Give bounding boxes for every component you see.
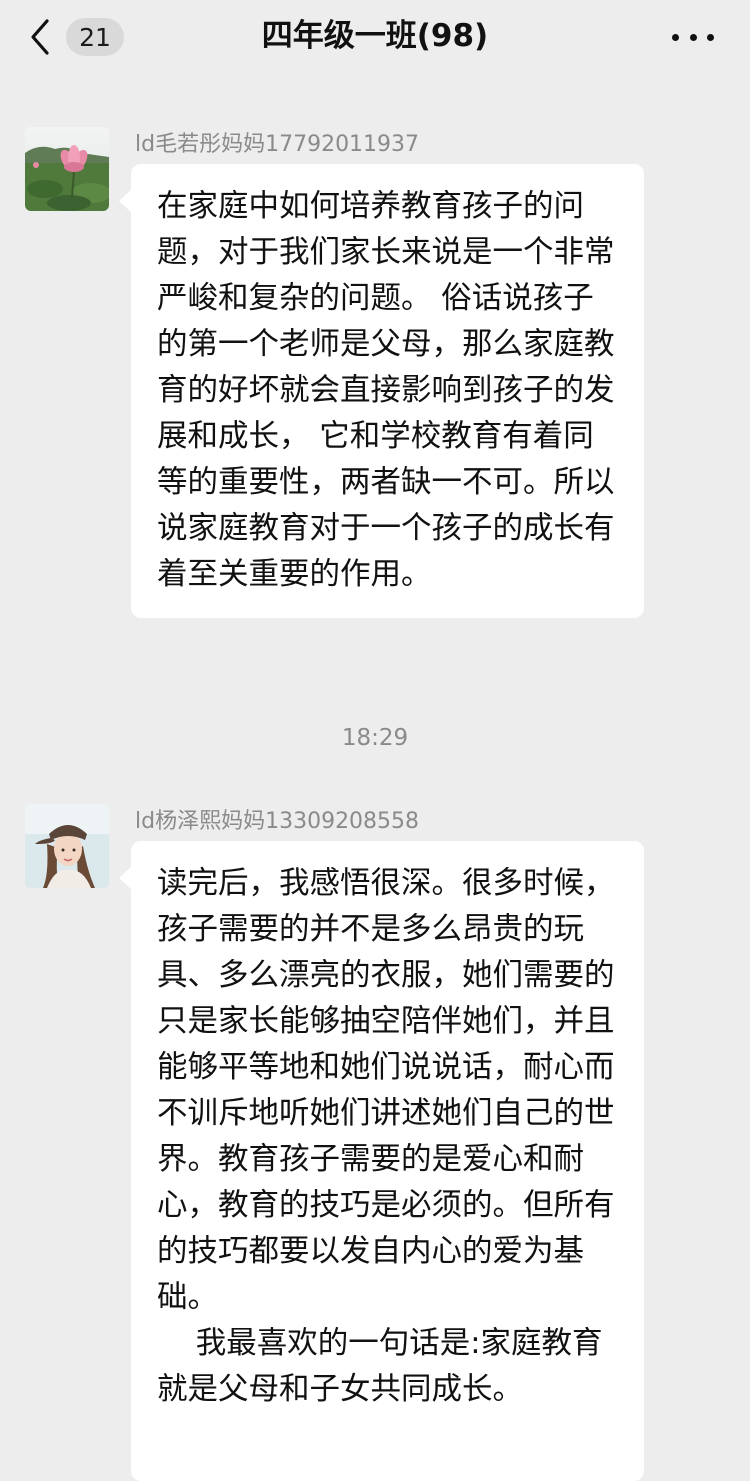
lotus-flower-avatar-icon — [25, 127, 109, 211]
more-options-button[interactable] — [672, 22, 714, 52]
timestamp: 18:29 — [341, 725, 409, 751]
woman-with-cap-avatar-icon — [25, 804, 109, 888]
message-bubble[interactable]: 读完后，我感悟很深。很多时候，孩子需要的并不是多么昂贵的玩具、多么漂亮的衣服，她… — [119, 841, 644, 1481]
message-text: 读完后，我感悟很深。很多时候，孩子需要的并不是多么昂贵的玩具、多么漂亮的衣服，她… — [157, 866, 615, 1407]
message-bubble[interactable]: 在家庭中如何培养教育孩子的问题，对于我们家长来说是一个非常严峻和复杂的问题。 俗… — [119, 164, 644, 618]
sender-name: ld杨泽熙妈妈13309208558 — [135, 809, 420, 834]
avatar-lotus[interactable] — [25, 127, 109, 211]
more-dots-icon — [672, 33, 679, 41]
chat-title: 四年级一班(98) — [261, 18, 489, 54]
sender-name: ld毛若彤妈妈17792011937 — [135, 132, 420, 157]
chat-header: 21 四年级一班(98) — [0, 0, 750, 76]
avatar-woman[interactable] — [25, 804, 109, 888]
message-text: 在家庭中如何培养教育孩子的问题，对于我们家长来说是一个非常严峻和复杂的问题。 俗… — [157, 189, 615, 592]
